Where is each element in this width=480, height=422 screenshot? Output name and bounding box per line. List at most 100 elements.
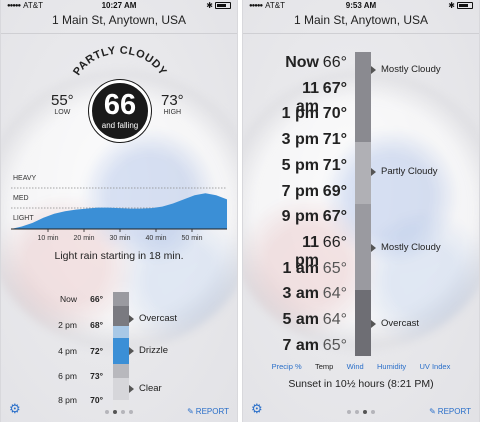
low-temp-label: LOW <box>54 109 71 116</box>
sunset-info: Sunset in 10½ hours (8:21 PM) <box>288 378 434 390</box>
condition-bar-segment <box>113 338 129 364</box>
gear-icon[interactable]: ⚙ <box>251 401 263 417</box>
rain-tick-label: 10 min <box>37 235 58 242</box>
low-temp: 55° LOW <box>51 92 74 116</box>
report-label: REPORT <box>195 407 229 416</box>
condition-bar-segment <box>113 400 129 410</box>
condition-label: Clear <box>139 383 162 394</box>
clock: 9:53 AM <box>345 1 377 10</box>
report-button[interactable]: ✎ REPORT <box>187 407 229 416</box>
hour-temp: 66° <box>322 54 347 71</box>
hour-temp: 64° <box>322 311 347 328</box>
hour-temp: 72° <box>90 346 103 356</box>
temp-trend: and falling <box>101 121 139 130</box>
hour-temp: 69° <box>322 182 347 200</box>
report-label: REPORT <box>437 407 471 416</box>
page-dot[interactable] <box>129 410 133 414</box>
condition-bar-segment <box>355 142 371 204</box>
hour-temp: 66° <box>90 294 103 304</box>
current-temp-circle[interactable]: 66 and falling <box>89 80 151 142</box>
gear-icon[interactable]: ⚙ <box>9 401 21 417</box>
hour-time: 1 pm <box>281 105 319 123</box>
hour-temp: 70° <box>322 105 347 123</box>
hour-time: 2 pm <box>58 320 77 330</box>
rain-tick-label: 40 min <box>145 235 166 242</box>
hour-temp: 65° <box>322 336 347 354</box>
pointer-icon <box>129 315 134 323</box>
pointer-icon <box>371 168 376 176</box>
hour-time: 4 pm <box>58 346 77 356</box>
hour-time: 5 am <box>282 311 319 328</box>
tab-temp[interactable]: Temp <box>315 362 333 371</box>
condition-label: Mostly Cloudy <box>381 242 441 253</box>
tab-uv-index[interactable]: UV Index <box>419 362 450 371</box>
hour-temp: 66° <box>322 233 347 251</box>
condition-label: Overcast <box>381 318 420 329</box>
hour-time: 6 pm <box>58 371 77 381</box>
phone-screen-left: ●●●●● AT&T 10:27 AM ✱ 1 Main St, Anytown,… <box>0 0 238 422</box>
high-temp-value: 73° <box>161 92 184 109</box>
hour-time: 8 pm <box>58 395 77 405</box>
rain-intensity-chart[interactable]: 10 min 20 min 30 min 40 min 50 min <box>1 170 238 245</box>
battery-icon <box>215 2 231 9</box>
pointer-icon <box>371 244 376 252</box>
rain-area <box>11 193 227 229</box>
condition-label: Overcast <box>139 313 178 324</box>
condition-bar-segment <box>113 326 129 338</box>
page-dot[interactable] <box>371 410 375 414</box>
location-title[interactable]: 1 Main St, Anytown, USA <box>243 13 479 27</box>
pointer-icon <box>129 347 134 355</box>
condition-bar-segment <box>113 378 129 400</box>
low-temp-value: 55° <box>51 92 74 109</box>
hour-time: 5 pm <box>281 156 319 174</box>
tab-humidity[interactable]: Humidity <box>377 362 406 371</box>
hour-time: 1 am <box>282 259 319 277</box>
tab-wind[interactable]: Wind <box>347 362 364 371</box>
pointer-icon <box>129 385 134 393</box>
status-bar: ●●●●● AT&T 9:53 AM ✱ <box>243 0 479 11</box>
rain-summary: Light rain starting in 18 min. <box>54 250 184 262</box>
hour-time: 7 pm <box>281 182 319 200</box>
page-dot-active[interactable] <box>113 410 117 414</box>
high-temp: 73° HIGH <box>161 92 184 116</box>
page-dot[interactable] <box>121 410 125 414</box>
page-dot[interactable] <box>347 410 351 414</box>
condition-label: Partly Cloudy <box>381 166 438 177</box>
hour-temp: 65° <box>322 259 347 277</box>
condition-bar-segment <box>355 290 371 356</box>
location-title[interactable]: 1 Main St, Anytown, USA <box>1 13 237 27</box>
hour-time: Now <box>285 54 319 71</box>
page-dot[interactable] <box>355 410 359 414</box>
page-dot-active[interactable] <box>363 410 367 414</box>
report-button[interactable]: ✎ REPORT <box>429 407 471 416</box>
condition-bar-segment <box>355 52 371 142</box>
condition-bar-segment <box>355 204 371 290</box>
clock: 10:27 AM <box>101 1 137 10</box>
divider <box>243 33 479 34</box>
pointer-icon <box>371 66 376 74</box>
battery-icon <box>457 2 473 9</box>
hour-time: Now <box>59 294 77 304</box>
condition-label: PARTLY CLOUDY <box>71 45 169 78</box>
condition-label: Drizzle <box>139 345 169 356</box>
hour-temp: 71° <box>322 156 347 174</box>
condition-bar-segment <box>113 306 129 326</box>
high-temp-label: HIGH <box>163 109 182 116</box>
hour-temp: 68° <box>90 320 103 330</box>
divider <box>1 33 237 34</box>
metric-tabs[interactable]: Precip % Temp Wind Humidity UV Index <box>243 362 479 371</box>
hour-temp: 73° <box>90 371 103 381</box>
hour-temp: 67° <box>322 208 347 226</box>
pointer-icon <box>371 320 376 328</box>
phone-screen-right: ●●●●● AT&T 9:53 AM ✱ 1 Main St, Anytown, … <box>242 0 480 422</box>
hour-temp: 64° <box>322 285 347 303</box>
condition-bar-segment <box>113 292 129 306</box>
rain-tick-label: 20 min <box>73 235 94 242</box>
rain-tick-label: 30 min <box>109 235 130 242</box>
tab-precip[interactable]: Precip % <box>272 362 302 371</box>
svg-text:PARTLY CLOUDY: PARTLY CLOUDY <box>71 45 169 78</box>
current-temp: 66 <box>103 89 137 121</box>
pencil-icon: ✎ <box>187 407 194 416</box>
page-dot[interactable] <box>105 410 109 414</box>
hour-time: 7 am <box>282 336 319 354</box>
